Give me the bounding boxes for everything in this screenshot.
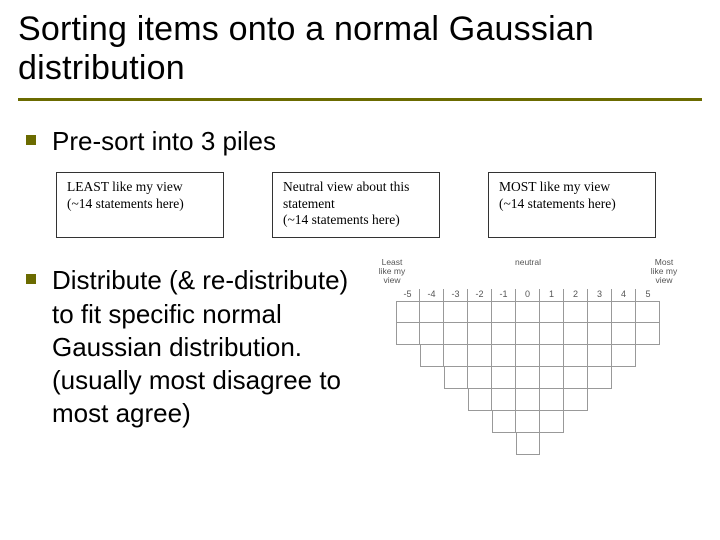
col-num: 5 xyxy=(636,289,660,301)
grid-cell xyxy=(420,345,444,367)
pile-most-sub: (~14 statements here) xyxy=(499,196,645,213)
grid-cell xyxy=(564,345,588,367)
qsort-grid-figure: Least like my view neutral Most like my … xyxy=(368,258,688,488)
grid-right-label: Most like my view xyxy=(644,258,684,285)
grid-cell xyxy=(444,301,468,323)
grid-cell xyxy=(564,301,588,323)
grid-cell xyxy=(540,367,564,389)
grid-cell xyxy=(516,389,540,411)
grid-cell xyxy=(492,367,516,389)
grid-cell xyxy=(588,301,612,323)
pile-neutral-title: Neutral view about this statement xyxy=(283,179,429,213)
grid-cell xyxy=(564,389,588,411)
col-num: -2 xyxy=(468,289,492,301)
bullet-1-text: Pre-sort into 3 piles xyxy=(52,125,276,158)
col-num: -1 xyxy=(492,289,516,301)
grid-row xyxy=(396,345,660,367)
pile-least-sub: (~14 statements here) xyxy=(67,196,213,213)
grid-cell xyxy=(588,367,612,389)
grid-cell xyxy=(396,301,420,323)
grid-cell xyxy=(612,301,636,323)
col-num: 2 xyxy=(564,289,588,301)
grid-row xyxy=(396,433,660,455)
bullet-2-text: Distribute (& re-distribute) to fit spec… xyxy=(52,264,352,430)
grid-cell xyxy=(444,367,468,389)
grid-cell xyxy=(516,345,540,367)
grid-top-labels: Least like my view neutral Most like my … xyxy=(368,258,688,285)
grid-cell xyxy=(492,301,516,323)
grid-cell xyxy=(564,323,588,345)
grid-row xyxy=(396,389,660,411)
grid-cell xyxy=(516,301,540,323)
piles-row: LEAST like my view (~14 statements here)… xyxy=(56,172,702,239)
grid-cell xyxy=(612,345,636,367)
col-num: 1 xyxy=(540,289,564,301)
grid-left-label-l3: view xyxy=(383,275,400,285)
grid-cell xyxy=(396,323,420,345)
grid-cell xyxy=(564,367,588,389)
grid-left-label: Least like my view xyxy=(372,258,412,285)
grid-cell xyxy=(588,345,612,367)
second-row: Distribute (& re-distribute) to fit spec… xyxy=(26,264,702,488)
bullet-1-row: Pre-sort into 3 piles xyxy=(26,125,702,158)
grid-cell xyxy=(540,323,564,345)
grid-cell xyxy=(468,345,492,367)
grid-row xyxy=(396,323,660,345)
col-num: 3 xyxy=(588,289,612,301)
bullet-2-row: Distribute (& re-distribute) to fit spec… xyxy=(26,264,352,430)
grid-cell xyxy=(636,323,660,345)
grid-cell xyxy=(468,367,492,389)
slide-title: Sorting items onto a normal Gaussian dis… xyxy=(18,10,702,88)
grid-cells xyxy=(396,301,660,455)
grid-cell xyxy=(420,323,444,345)
col-num: -4 xyxy=(420,289,444,301)
grid-cell xyxy=(540,345,564,367)
grid-cell xyxy=(492,323,516,345)
pile-neutral-sub: (~14 statements here) xyxy=(283,212,429,229)
col-num: -5 xyxy=(396,289,420,301)
grid-cell xyxy=(468,323,492,345)
grid-right-label-l3: view xyxy=(655,275,672,285)
grid-cell xyxy=(444,323,468,345)
grid-cell xyxy=(516,367,540,389)
grid-cell xyxy=(612,323,636,345)
grid-mid-label: neutral xyxy=(508,258,548,285)
grid-row xyxy=(396,301,660,323)
pile-most: MOST like my view (~14 statements here) xyxy=(488,172,656,239)
grid-cell xyxy=(636,301,660,323)
grid-cell xyxy=(516,411,540,433)
slide: Sorting items onto a normal Gaussian dis… xyxy=(0,0,720,540)
grid-column-numbers: -5 -4 -3 -2 -1 0 1 2 3 4 5 xyxy=(368,289,688,301)
grid-cell xyxy=(540,411,564,433)
grid-cell xyxy=(516,433,540,455)
grid-cell xyxy=(492,411,516,433)
grid-row xyxy=(396,367,660,389)
pile-least-title: LEAST like my view xyxy=(67,179,213,196)
grid-cell xyxy=(468,389,492,411)
grid-cell xyxy=(420,301,444,323)
col-num: 4 xyxy=(612,289,636,301)
grid-cell xyxy=(444,345,468,367)
grid-cell xyxy=(468,301,492,323)
grid-cell xyxy=(516,323,540,345)
col-num: -3 xyxy=(444,289,468,301)
grid-cell xyxy=(492,345,516,367)
square-bullet-icon xyxy=(26,274,36,284)
grid-cell xyxy=(540,389,564,411)
title-container: Sorting items onto a normal Gaussian dis… xyxy=(18,10,702,101)
pile-least: LEAST like my view (~14 statements here) xyxy=(56,172,224,239)
col-num: 0 xyxy=(516,289,540,301)
square-bullet-icon xyxy=(26,135,36,145)
grid-row xyxy=(396,411,660,433)
pile-neutral: Neutral view about this statement (~14 s… xyxy=(272,172,440,239)
grid-cell xyxy=(492,389,516,411)
pile-most-title: MOST like my view xyxy=(499,179,645,196)
grid-cell xyxy=(588,323,612,345)
grid-cell xyxy=(540,301,564,323)
